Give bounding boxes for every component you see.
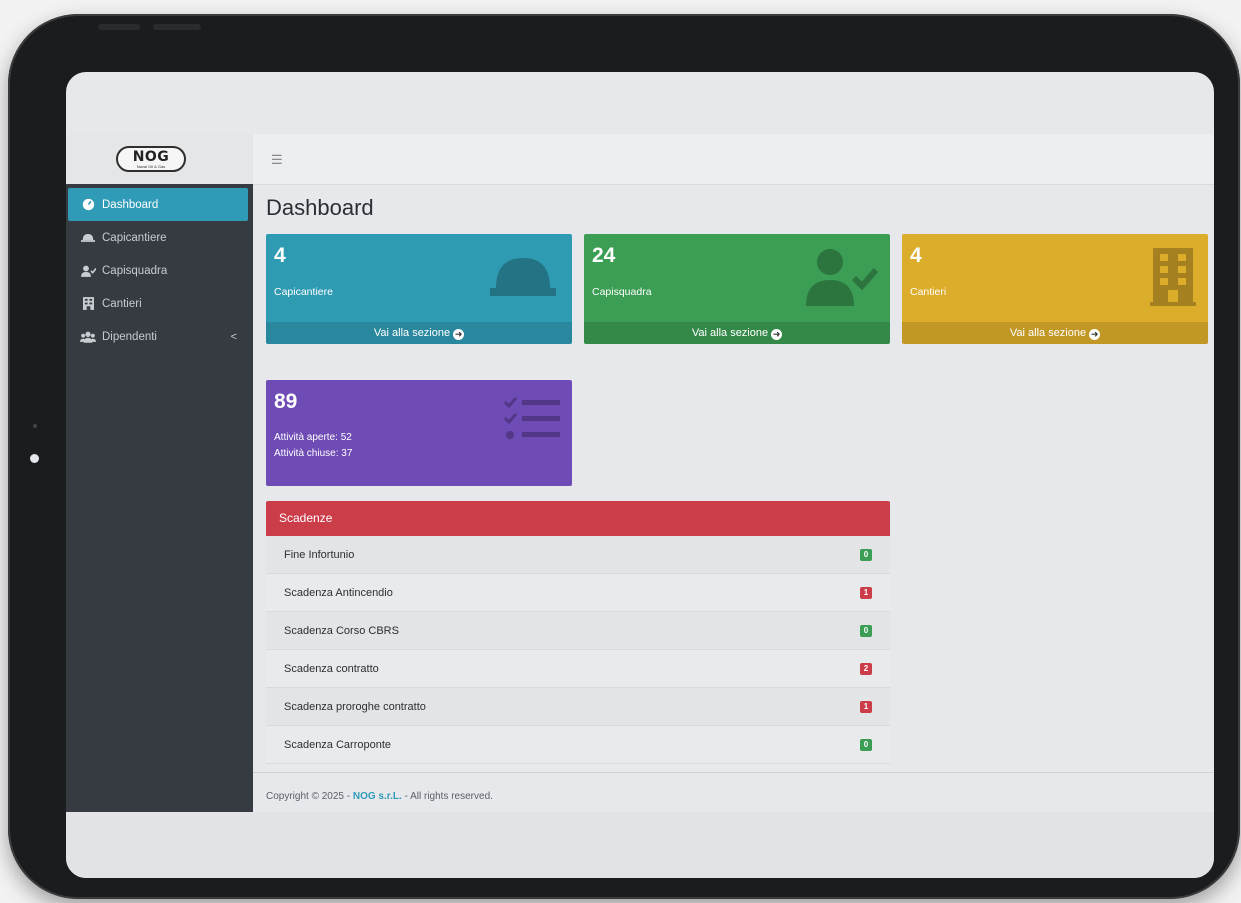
- tablet-frame: NOG Naval Oil & Gas Dashboard Capicantie…: [8, 14, 1240, 899]
- scadenza-label: Scadenza Antincendio: [284, 586, 393, 599]
- user-check-icon: [806, 248, 879, 311]
- sidebar-item-capicantiere[interactable]: Capicantiere: [66, 221, 253, 254]
- sidebar-item-capisquadra[interactable]: Capisquadra: [66, 254, 253, 287]
- camera-icon: [30, 454, 39, 463]
- building-icon: [80, 297, 96, 310]
- hardhat-icon: [80, 232, 96, 243]
- page-title: Dashboard: [266, 195, 374, 220]
- sensor-dot: [33, 424, 37, 428]
- sidebar-item-label: Cantieri: [102, 297, 142, 310]
- company-link[interactable]: NOG s.r.L.: [353, 791, 402, 802]
- section-link-label: Vai alla sezione: [1009, 327, 1087, 339]
- scadenza-label: Fine Infortunio: [284, 548, 355, 561]
- scadenze-row[interactable]: Scadenza proroghe contratto 1: [266, 688, 890, 726]
- cantieri-label: Cantieri: [910, 286, 947, 298]
- count-badge: 2: [860, 662, 872, 675]
- capicantiere-count: 4: [274, 244, 286, 267]
- sidebar-item-dashboard[interactable]: Dashboard: [68, 188, 248, 221]
- capicantiere-link[interactable]: Vai alla sezione ➜: [266, 322, 572, 344]
- arrow-circle-right-icon: ➜: [1089, 329, 1101, 340]
- volume-button: [98, 24, 140, 30]
- section-link-label: Vai alla sezione: [373, 327, 451, 339]
- capisquadra-label: Capisquadra: [592, 286, 652, 298]
- count-badge: 1: [860, 700, 872, 713]
- count-badge: 0: [860, 548, 872, 561]
- sidebar-nav: Dashboard Capicantiere Capisquadra Canti…: [66, 188, 253, 353]
- chevron-left-icon[interactable]: <: [231, 331, 237, 343]
- sidebar-item-label: Capicantiere: [102, 231, 167, 244]
- topbar: ☰: [253, 134, 1214, 185]
- hardhat-icon: [490, 252, 556, 303]
- sidebar-item-cantieri[interactable]: Cantieri: [66, 287, 253, 320]
- capisquadra-count: 24: [592, 244, 616, 267]
- arrow-circle-right-icon: ➜: [453, 329, 465, 340]
- count-badge: 1: [860, 586, 872, 599]
- tasks-list-icon: [503, 396, 560, 447]
- capicantiere-label: Capicantiere: [274, 286, 333, 298]
- logo-area: NOG Naval Oil & Gas: [66, 134, 253, 184]
- users-icon: [80, 331, 96, 343]
- footer: Copyright © 2025 - NOG s.r.L. - All righ…: [253, 772, 1214, 813]
- power-button: [153, 24, 201, 30]
- scadenze-row[interactable]: Scadenza Antincendio 1: [266, 574, 890, 612]
- scadenze-row[interactable]: Scadenza Carroponte 0: [266, 726, 890, 764]
- cantieri-card: 4 Cantieri Vai alla sezione ➜: [902, 234, 1208, 344]
- attivita-chiuse: Attività chiuse: 37: [274, 448, 353, 459]
- cantieri-link[interactable]: Vai alla sezione ➜: [902, 322, 1208, 344]
- copyright-text: Copyright © 2025 - NOG s.r.L. - All righ…: [266, 791, 493, 802]
- attivita-count: 89: [274, 390, 298, 413]
- sidebar-item-label: Dipendenti: [102, 330, 157, 343]
- logo-text: NOG: [132, 149, 170, 165]
- scadenze-panel: Scadenze Fine Infortunio 0 Scadenza Anti…: [266, 501, 890, 769]
- scadenze-row[interactable]: Scadenza contratto 2: [266, 650, 890, 688]
- sidebar-item-label: Capisquadra: [102, 264, 168, 277]
- scadenza-label: Scadenza proroghe contratto: [284, 700, 426, 713]
- count-badge: 0: [860, 738, 872, 751]
- scadenze-row[interactable]: Fine Infortunio 0: [266, 536, 890, 574]
- scadenza-label: Scadenza Corso CBRS: [284, 624, 399, 637]
- capicantiere-card: 4 Capicantiere Vai alla sezione ➜: [266, 234, 572, 344]
- copyright-suffix: - All rights reserved.: [401, 791, 493, 802]
- scadenze-row[interactable]: Scadenza Corso CBRS 0: [266, 612, 890, 650]
- dashboard-icon: [80, 198, 96, 211]
- cantieri-count: 4: [910, 244, 922, 267]
- attivita-card: 89 Attività aperte: 52 Attività chiuse: …: [266, 380, 572, 486]
- building-icon: [1150, 248, 1196, 311]
- arrow-circle-right-icon: ➜: [771, 329, 783, 340]
- capisquadra-link[interactable]: Vai alla sezione ➜: [584, 322, 890, 344]
- scadenza-label: Scadenza Carroponte: [284, 738, 392, 751]
- section-link-label: Vai alla sezione: [691, 327, 769, 339]
- capisquadra-card: 24 Capisquadra Vai alla sezione ➜: [584, 234, 890, 344]
- scadenza-label: Scadenza contratto: [284, 662, 379, 675]
- screen-bottom: [66, 812, 1214, 878]
- hamburger-icon[interactable]: ☰: [271, 152, 283, 168]
- scadenze-header: Scadenze: [266, 501, 890, 536]
- nog-logo[interactable]: NOG Naval Oil & Gas: [116, 146, 186, 172]
- count-badge: 0: [860, 624, 872, 637]
- user-check-icon: [80, 265, 96, 277]
- sidebar-item-dipendenti[interactable]: Dipendenti <: [66, 320, 253, 353]
- copyright-prefix: Copyright © 2025 -: [266, 791, 353, 802]
- sidebar-item-label: Dashboard: [102, 198, 159, 211]
- attivita-aperte: Attività aperte: 52: [274, 432, 352, 443]
- screen: NOG Naval Oil & Gas Dashboard Capicantie…: [66, 72, 1214, 878]
- logo-subtitle: Naval Oil & Gas: [136, 164, 166, 169]
